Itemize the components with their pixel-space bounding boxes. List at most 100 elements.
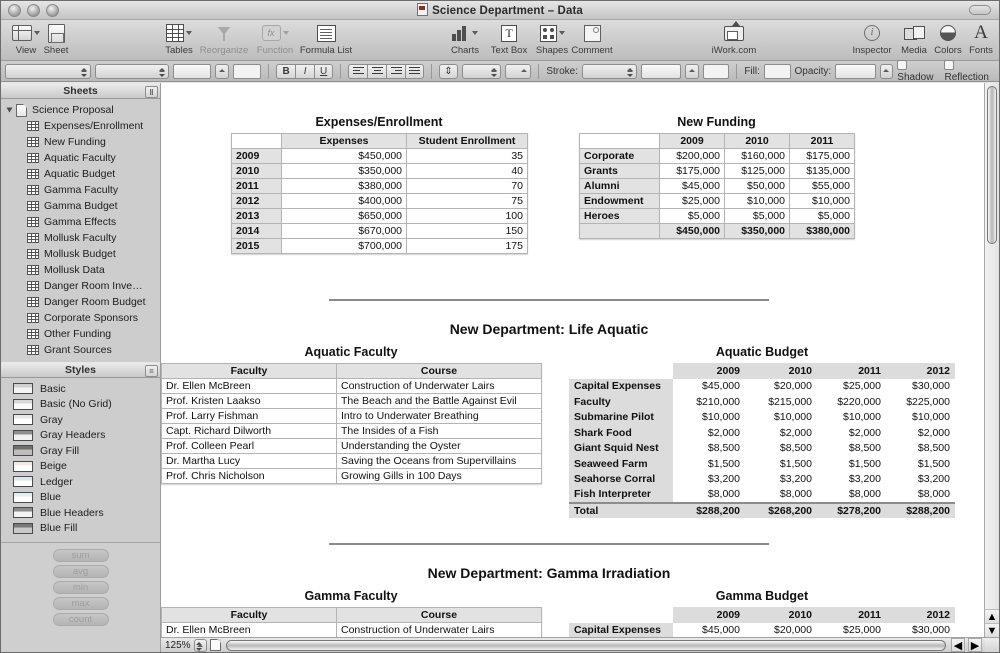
quick-function-max[interactable]: max — [52, 597, 109, 610]
table-cell[interactable]: Construction of Underwater Lairs — [336, 378, 542, 394]
table-cell[interactable]: 40 — [406, 163, 528, 179]
column-header[interactable]: 2009 — [673, 607, 745, 623]
table-cell[interactable]: $175,000 — [789, 148, 855, 164]
table-total-cell[interactable]: $268,200 — [745, 501, 817, 518]
table-cell[interactable]: Dr. Ellen McBreen — [161, 622, 337, 638]
column-header[interactable]: Student Enrollment — [406, 133, 528, 149]
table-cell[interactable]: $45,000 — [673, 622, 745, 638]
table-cell[interactable]: $160,000 — [724, 148, 790, 164]
table-cell[interactable]: Capital Expenses — [569, 378, 673, 394]
stroke-width-field[interactable] — [640, 63, 682, 79]
text-color-swatch[interactable] — [232, 63, 262, 79]
table-cell[interactable]: $8,000 — [886, 487, 955, 503]
table-cell[interactable]: Saving the Oceans from Supervillains — [336, 453, 542, 469]
font-family-select[interactable] — [5, 63, 92, 79]
page-view-button[interactable] — [209, 639, 221, 651]
sheet-item-aquatic-faculty[interactable]: Aquatic Faculty — [1, 150, 160, 166]
table-cell[interactable]: $2,000 — [745, 425, 817, 441]
expenses-enrollment-table[interactable]: Expenses Student Enrollment 2009 $450,000 35… — [231, 133, 528, 254]
resize-grip[interactable] — [985, 638, 999, 652]
table-cell[interactable]: 100 — [406, 208, 528, 224]
shadow-checkbox[interactable]: Shadow — [897, 59, 940, 83]
table-cell[interactable]: 175 — [406, 238, 528, 254]
sheet-item-mollusk-data[interactable]: Mollusk Data — [1, 262, 160, 278]
line-spacing-select[interactable] — [461, 63, 501, 79]
table-cell[interactable]: Fish Interpreter — [569, 487, 673, 503]
style-item-gray-headers[interactable]: Gray Headers — [1, 428, 160, 444]
horizontal-scrollbar-thumb[interactable] — [225, 639, 946, 651]
column-header[interactable]: Course — [336, 607, 542, 623]
table-cell[interactable]: $1,500 — [886, 456, 955, 472]
sheet-item-aquatic-budget[interactable]: Aquatic Budget — [1, 166, 160, 182]
table-cell[interactable]: Capital Expenses — [569, 622, 673, 638]
table-cell[interactable]: 2011 — [231, 178, 282, 194]
table-cell[interactable]: Shark Food — [569, 425, 673, 441]
table-cell[interactable]: 70 — [406, 178, 528, 194]
table-cell[interactable]: Intro to Underwater Breathing — [336, 408, 542, 424]
table-cell[interactable]: $175,000 — [659, 163, 725, 179]
table-cell[interactable]: Seaweed Farm — [569, 456, 673, 472]
table-cell[interactable]: $700,000 — [281, 238, 407, 254]
quick-function-sum[interactable]: sum — [52, 549, 109, 562]
column-header[interactable]: 2011 — [817, 363, 886, 379]
table-cell[interactable]: Giant Squid Nest — [569, 440, 673, 456]
scroll-down-button[interactable]: ▼ — [984, 623, 999, 637]
column-header[interactable]: 2009 — [673, 363, 745, 379]
table-cell[interactable]: $55,000 — [789, 178, 855, 194]
align-center-button[interactable] — [367, 63, 387, 79]
font-size-stepper[interactable] — [214, 63, 229, 79]
table-cell[interactable]: $10,000 — [886, 409, 955, 425]
bold-button[interactable]: B — [276, 63, 296, 79]
scroll-up-button[interactable]: ▲ — [984, 609, 999, 623]
table-cell[interactable]: $450,000 — [281, 148, 407, 164]
align-justify-button[interactable] — [405, 63, 425, 79]
sheet-item-corporate-sponsors[interactable]: Corporate Sponsors — [1, 310, 160, 326]
zoom-stepper[interactable] — [193, 638, 207, 652]
gamma-faculty-table[interactable]: Faculty Course Dr. Ellen McBreen Constructi… — [161, 607, 542, 638]
table-cell[interactable]: $10,000 — [724, 193, 790, 209]
styles-pane-resize-handle[interactable]: = — [145, 365, 158, 377]
table-cell[interactable]: $1,500 — [745, 456, 817, 472]
new-funding-table[interactable]: 2009 2010 2011 Corporate $200,000 $160,000 $17… — [579, 133, 855, 239]
style-item-blue-fill[interactable]: Blue Fill — [1, 521, 160, 537]
align-left-button[interactable] — [348, 63, 368, 79]
table-total-cell[interactable]: $450,000 — [659, 223, 725, 239]
table-cell[interactable]: $10,000 — [673, 409, 745, 425]
column-header[interactable] — [569, 607, 673, 623]
table-cell[interactable]: $650,000 — [281, 208, 407, 224]
vertical-scrollbar-thumb[interactable] — [987, 86, 997, 244]
style-item-basic-no-grid[interactable]: Basic (No Grid) — [1, 397, 160, 413]
table-cell[interactable]: 2012 — [231, 193, 282, 209]
column-header[interactable] — [579, 133, 660, 149]
table-total-cell[interactable]: $288,200 — [886, 501, 955, 518]
vertical-align-button[interactable]: ⇕ — [438, 63, 458, 79]
font-size-field[interactable] — [173, 63, 211, 79]
table-cell[interactable]: $3,200 — [745, 471, 817, 487]
toolbar-reorganize-button[interactable]: Reorganize — [196, 22, 252, 56]
table-cell[interactable]: $50,000 — [724, 178, 790, 194]
table-cell[interactable]: 35 — [406, 148, 528, 164]
table-cell[interactable]: $8,000 — [817, 487, 886, 503]
table-cell[interactable]: $30,000 — [886, 378, 955, 394]
table-cell[interactable]: $20,000 — [745, 622, 817, 638]
table-cell[interactable]: Dr. Martha Lucy — [161, 453, 337, 469]
table-total-cell[interactable]: $350,000 — [724, 223, 790, 239]
style-item-blue[interactable]: Blue — [1, 490, 160, 506]
column-header[interactable] — [569, 363, 673, 379]
columns-select[interactable] — [504, 63, 532, 79]
table-cell[interactable]: Growing Gills in 100 Days — [336, 468, 542, 484]
table-cell[interactable]: $2,000 — [817, 425, 886, 441]
table-cell[interactable]: $220,000 — [817, 394, 886, 410]
table-cell[interactable]: 2013 — [231, 208, 282, 224]
stroke-style-select[interactable] — [582, 63, 637, 79]
underline-button[interactable]: U — [314, 63, 334, 79]
column-header[interactable]: 2011 — [789, 133, 855, 149]
table-cell[interactable]: Understanding the Oyster — [336, 438, 542, 454]
column-header[interactable]: 2009 — [659, 133, 725, 149]
toolbar-iwork-com-button[interactable]: iWork.com — [703, 20, 765, 56]
table-cell[interactable]: $1,500 — [673, 456, 745, 472]
table-cell[interactable]: $400,000 — [281, 193, 407, 209]
table-cell[interactable]: Faculty — [569, 394, 673, 410]
column-header[interactable]: Expenses — [281, 133, 407, 149]
toolbar-formula-list-button[interactable]: Formula List — [291, 22, 361, 56]
